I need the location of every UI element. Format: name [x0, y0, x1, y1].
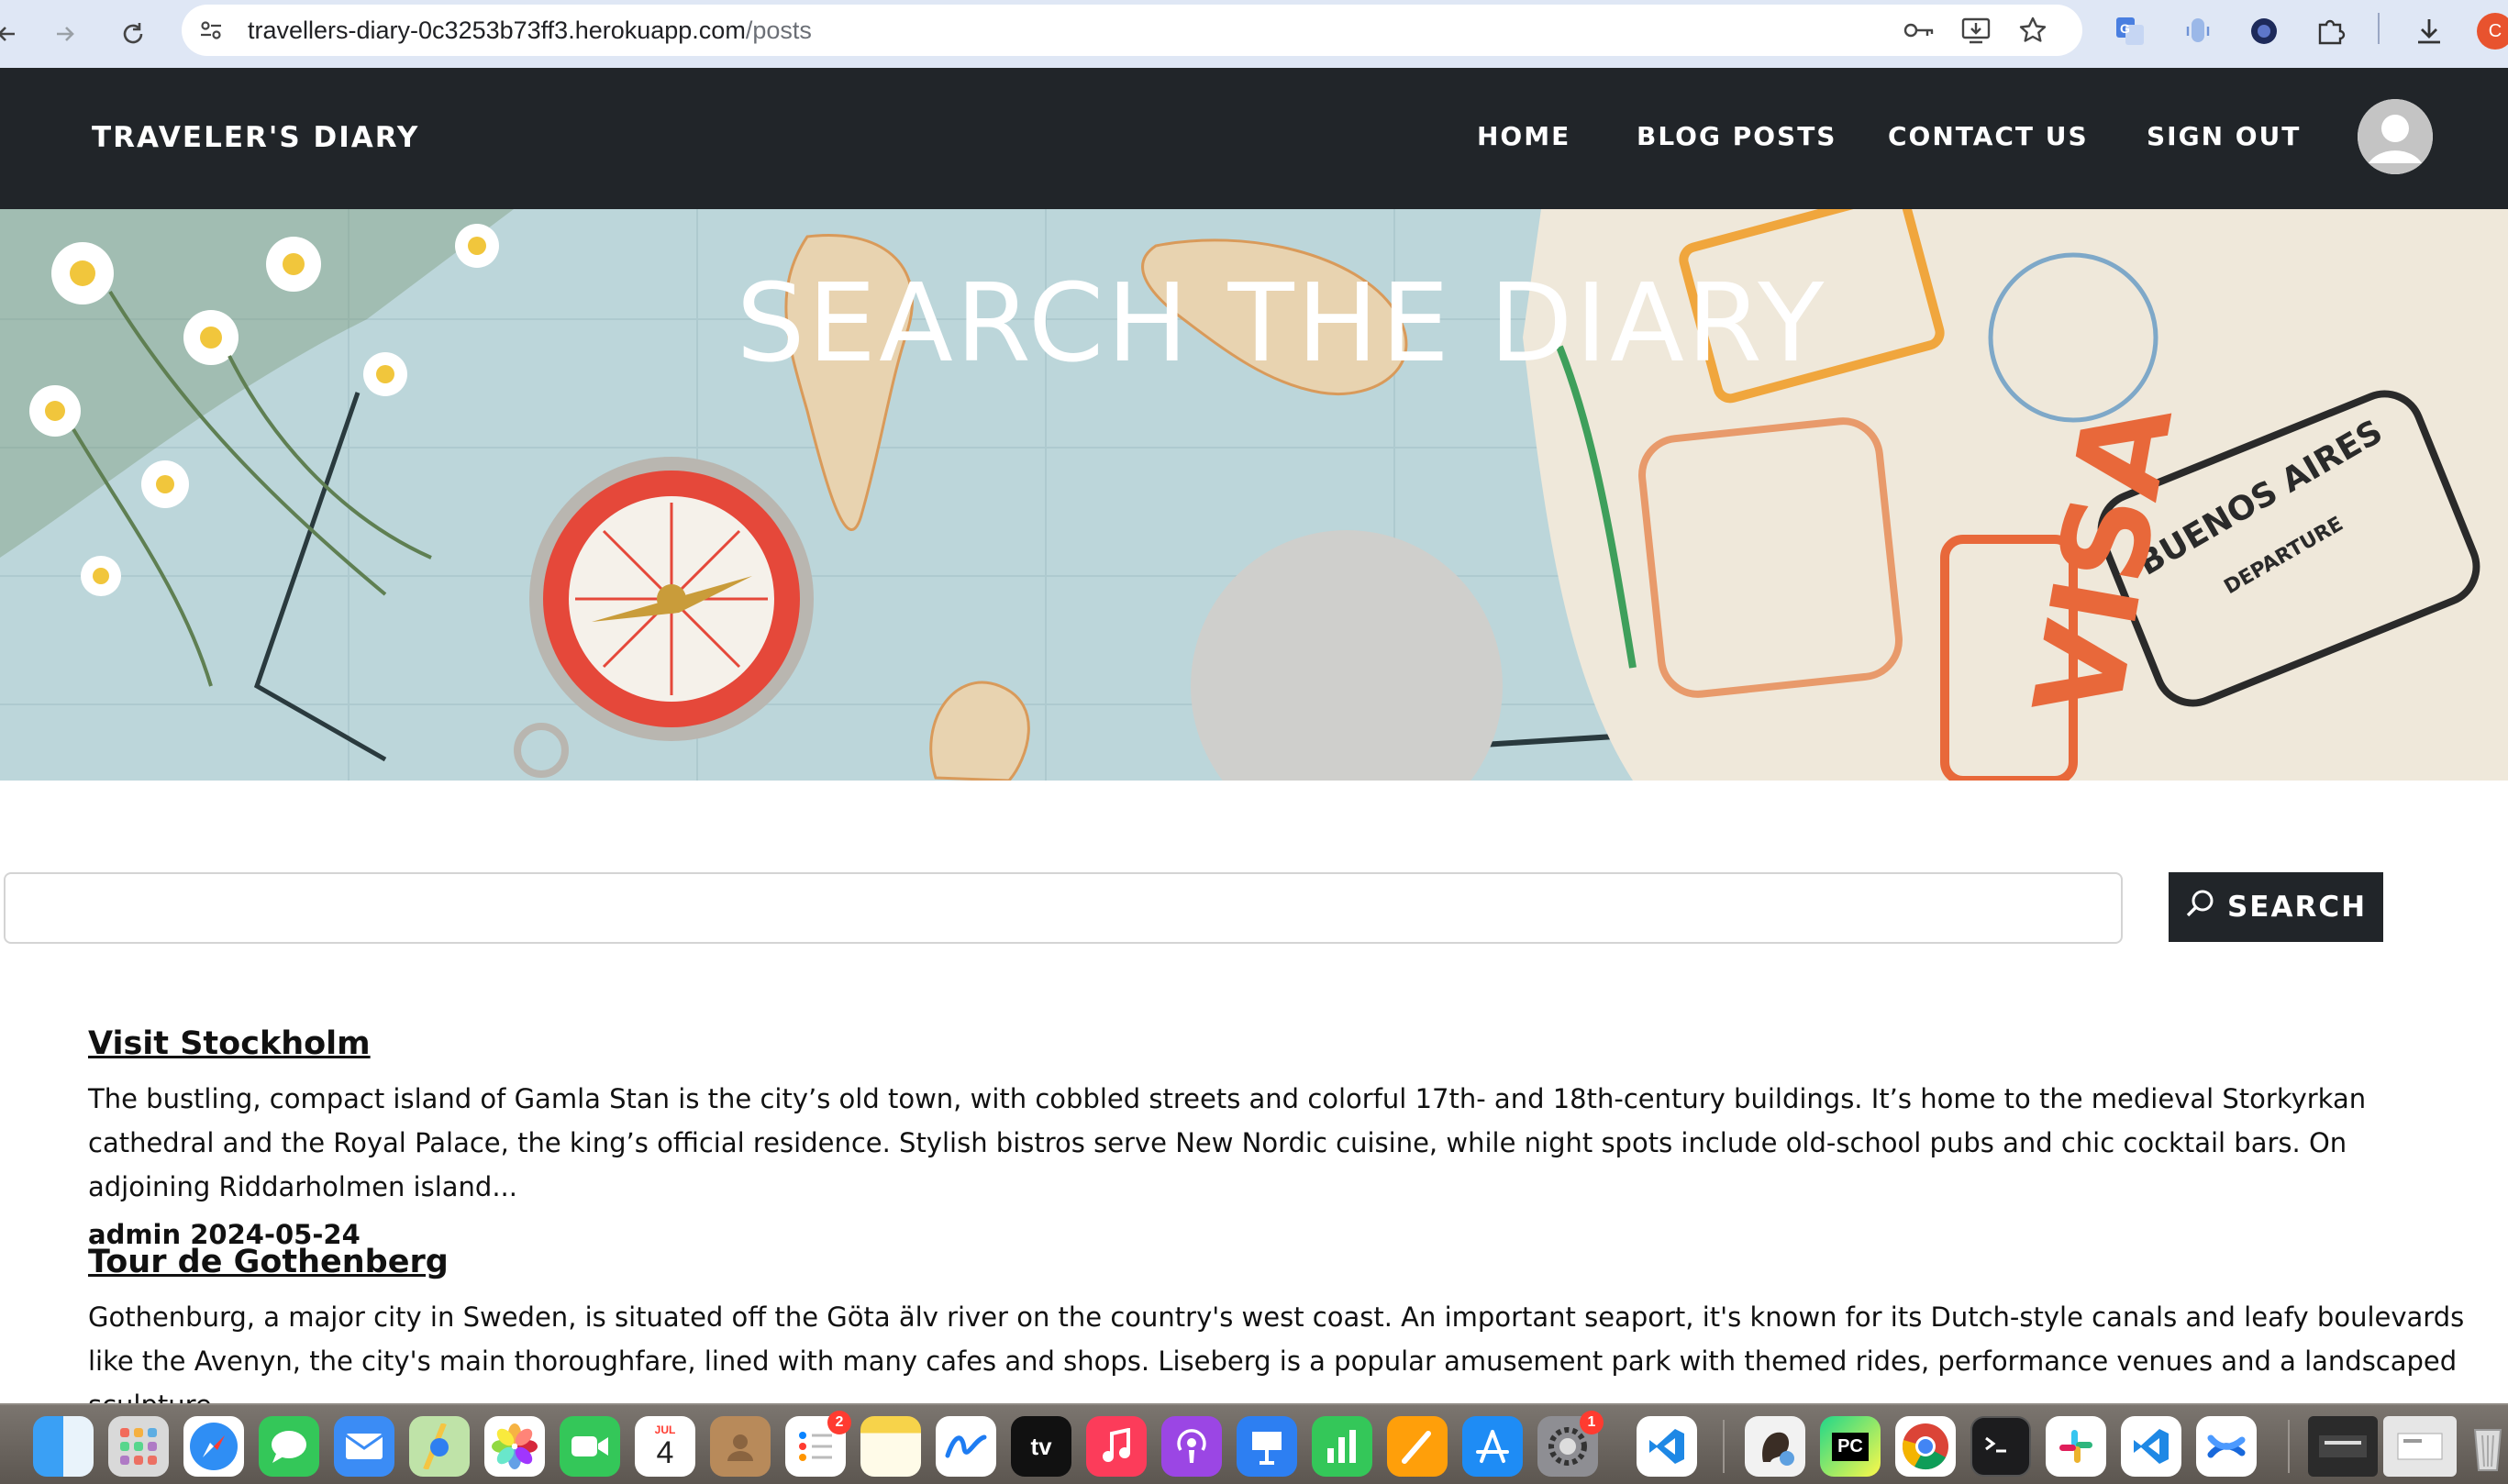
trash-icon[interactable]: [2468, 1416, 2508, 1477]
url-host: travellers-diary-0c3253b73ff3.herokuapp.…: [248, 17, 746, 44]
dock-separator-2: [2288, 1420, 2290, 1473]
profile-avatar[interactable]: C: [2477, 13, 2508, 50]
audio-extension-icon[interactable]: [2180, 13, 2216, 50]
install-app-icon[interactable]: [1959, 14, 1992, 47]
browser-toolbar: travellers-diary-0c3253b73ff3.herokuapp.…: [0, 0, 2508, 68]
pages-icon[interactable]: [1387, 1416, 1448, 1477]
numbers-icon[interactable]: [1312, 1416, 1372, 1477]
search-button[interactable]: SEARCH: [2169, 872, 2383, 942]
nav-sign-out[interactable]: SIGN OUT: [2147, 121, 2301, 151]
url-text[interactable]: travellers-diary-0c3253b73ff3.herokuapp.…: [248, 14, 812, 47]
confluence-icon[interactable]: [2196, 1416, 2257, 1477]
mail-icon[interactable]: [334, 1416, 394, 1477]
nav-home[interactable]: HOME: [1477, 121, 1570, 151]
toolbar-divider: [2378, 13, 2380, 44]
bookmark-star-icon[interactable]: [2016, 14, 2049, 47]
search-icon: [2185, 888, 2216, 926]
pycharm-label: PC: [1832, 1432, 1869, 1461]
slack-icon[interactable]: [2046, 1416, 2106, 1477]
reminders-badge: 2: [827, 1411, 851, 1434]
dark-extension-icon[interactable]: [2246, 13, 2282, 50]
podcasts-icon[interactable]: [1161, 1416, 1222, 1477]
vscode-icon[interactable]: [1637, 1416, 1697, 1477]
safari-icon[interactable]: [183, 1416, 244, 1477]
dock-separator: [1723, 1420, 1725, 1473]
calendar-month: JUL: [654, 1423, 676, 1436]
apple-tv-icon[interactable]: tv: [1011, 1416, 1071, 1477]
download-icon[interactable]: [2411, 13, 2447, 50]
reminders-icon[interactable]: 2: [785, 1411, 851, 1477]
app-store-icon[interactable]: [1462, 1416, 1523, 1477]
site-settings-icon[interactable]: [194, 14, 227, 47]
nav-blog-posts[interactable]: BLOG POSTS: [1637, 121, 1837, 151]
music-icon[interactable]: [1086, 1416, 1147, 1477]
chrome-icon[interactable]: [1895, 1416, 1956, 1477]
maps-icon[interactable]: [409, 1416, 470, 1477]
hero-banner: BUENOS AIRES DEPARTURE VISA SEARCH THE D…: [0, 209, 2508, 781]
profile-initial: C: [2488, 20, 2502, 41]
calendar-day: 4: [656, 1435, 674, 1470]
settings-badge: 1: [1580, 1411, 1604, 1434]
password-key-icon[interactable]: [1903, 14, 1936, 47]
terminal-icon[interactable]: [1970, 1416, 2031, 1477]
vscode-2-icon[interactable]: [2121, 1416, 2181, 1477]
finder-icon[interactable]: [33, 1416, 94, 1477]
reload-icon[interactable]: [108, 9, 158, 59]
downloads-stack-icon[interactable]: [2308, 1416, 2378, 1477]
calendar-icon[interactable]: JUL 4: [635, 1416, 695, 1477]
freeform-icon[interactable]: [936, 1416, 996, 1477]
search-button-label: SEARCH: [2226, 891, 2368, 924]
post-title-link[interactable]: Tour de Gothenberg: [88, 1240, 2473, 1284]
search-input[interactable]: [4, 872, 2123, 944]
user-avatar-icon[interactable]: [2358, 99, 2433, 174]
notes-icon[interactable]: [860, 1416, 921, 1477]
photos-icon[interactable]: [484, 1416, 545, 1477]
translate-extension-icon[interactable]: G: [2112, 13, 2148, 50]
extensions-puzzle-icon[interactable]: [2312, 13, 2348, 50]
forward-icon[interactable]: [40, 9, 90, 59]
url-path: /posts: [745, 17, 812, 44]
facetime-icon[interactable]: [560, 1416, 620, 1477]
system-settings-icon[interactable]: 1: [1537, 1411, 1604, 1477]
svg-text:G: G: [2120, 21, 2130, 36]
nav-contact-us[interactable]: CONTACT US: [1888, 121, 2089, 151]
hero-title: SEARCH THE DIARY: [736, 260, 1827, 387]
address-bar[interactable]: travellers-diary-0c3253b73ff3.herokuapp.…: [182, 5, 2082, 56]
launchpad-icon[interactable]: [108, 1416, 169, 1477]
post-item: Tour de Gothenberg Gothenburg, a major c…: [88, 1240, 2473, 1427]
contacts-icon[interactable]: [710, 1416, 771, 1477]
back-icon[interactable]: [0, 9, 31, 59]
pycharm-icon[interactable]: PC: [1820, 1416, 1881, 1477]
messages-icon[interactable]: [259, 1416, 319, 1477]
macos-dock: JUL 4 2 tv 1 PC: [0, 1403, 2508, 1484]
documents-stack-icon[interactable]: [2383, 1416, 2457, 1477]
site-brand[interactable]: TRAVELER'S DIARY: [92, 121, 419, 154]
sequel-ace-icon[interactable]: [1745, 1416, 1805, 1477]
site-navbar: TRAVELER'S DIARY HOME BLOG POSTS CONTACT…: [0, 68, 2508, 209]
post-title-link[interactable]: Visit Stockholm: [88, 1022, 2473, 1066]
post-excerpt: The bustling, compact island of Gamla St…: [88, 1083, 2367, 1202]
post-item: Visit Stockholm The bustling, compact is…: [88, 1022, 2473, 1253]
apple-tv-label: tv: [1030, 1432, 1052, 1460]
keynote-icon[interactable]: [1237, 1416, 1297, 1477]
